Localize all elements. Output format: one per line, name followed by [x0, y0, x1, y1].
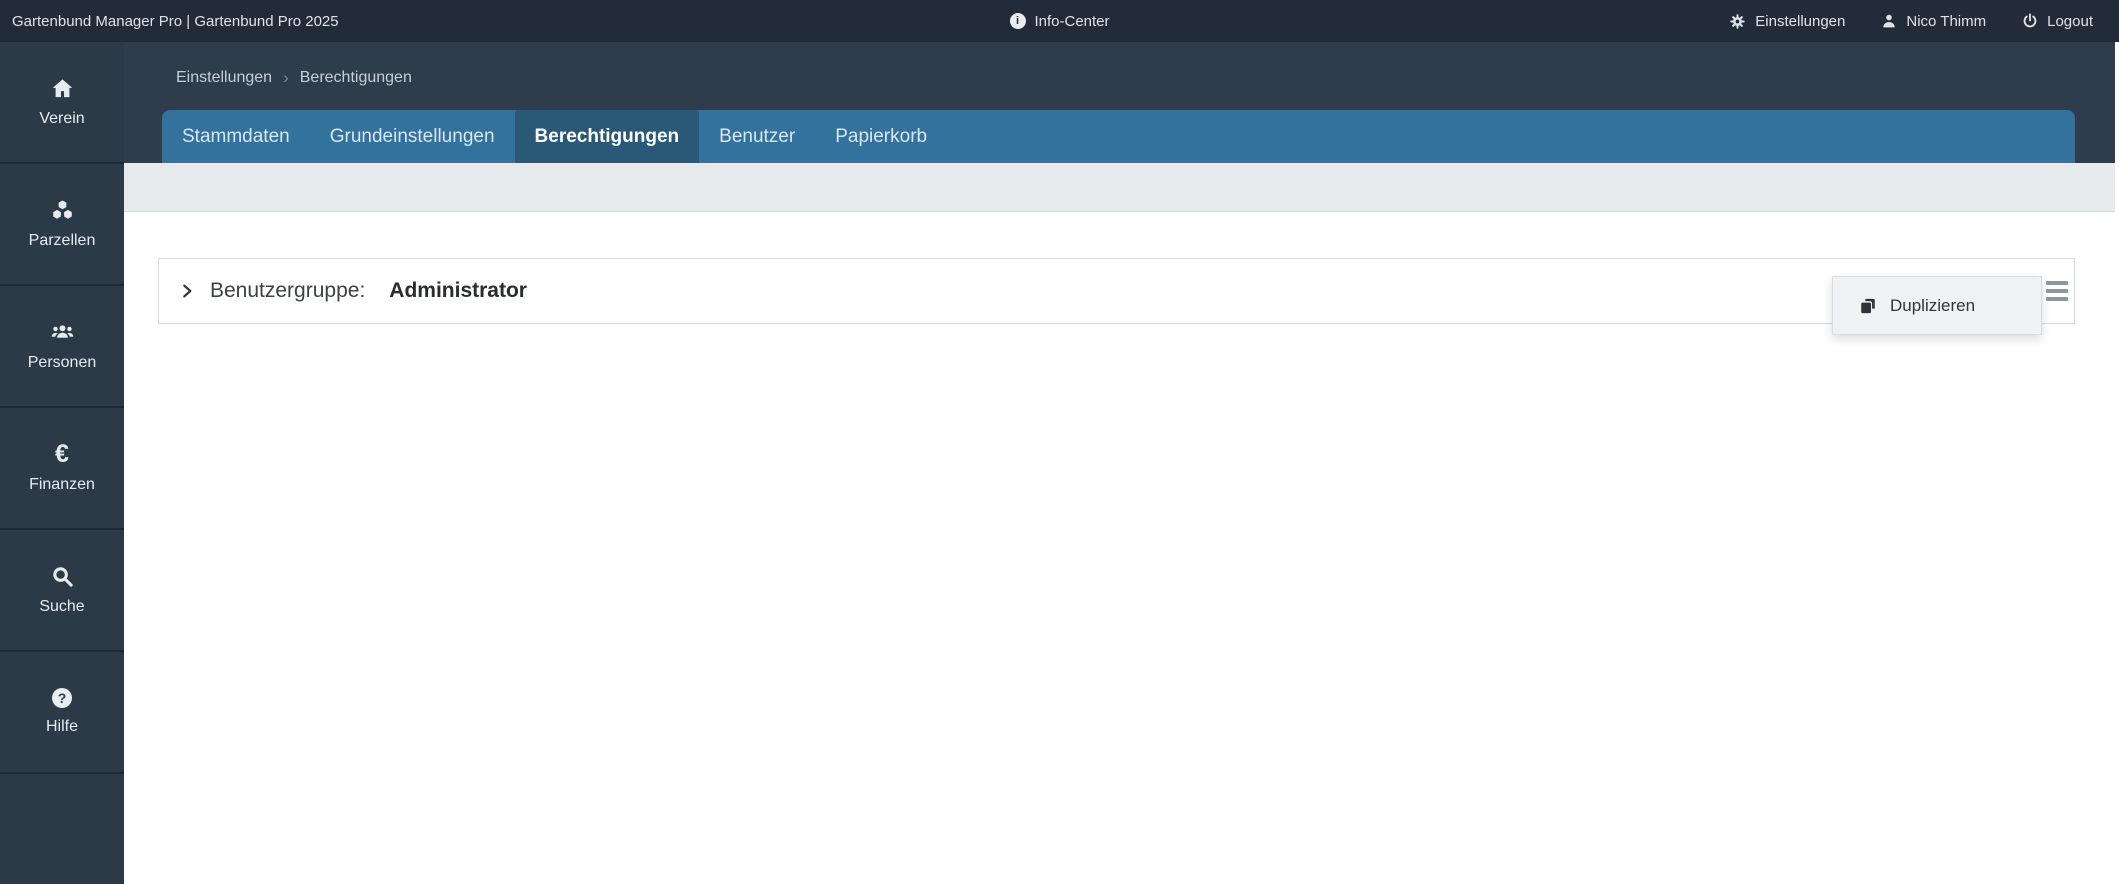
sidebar-item-label: Parzellen: [28, 231, 96, 249]
logout-link[interactable]: Logout: [2022, 13, 2093, 30]
sidebar-item-label: Suche: [39, 597, 85, 615]
gear-icon: [1729, 13, 1746, 30]
sidebar-item-hilfe[interactable]: ? Hilfe: [0, 652, 124, 774]
settings-label: Einstellungen: [1755, 12, 1846, 30]
logout-label: Logout: [2047, 12, 2093, 30]
info-center-label: Info-Center: [1034, 12, 1110, 30]
user-name: Nico Thimm: [1906, 12, 1987, 30]
settings-link[interactable]: Einstellungen: [1729, 13, 1845, 30]
tab-stammdaten[interactable]: Stammdaten: [162, 110, 310, 163]
sidebar-item-label: Finanzen: [29, 475, 95, 493]
sidebar-item-suche[interactable]: Suche: [0, 530, 124, 652]
user-menu[interactable]: Nico Thimm: [1881, 13, 1986, 30]
top-bar-right: Einstellungen Nico Thimm Logout: [1729, 0, 2093, 42]
tab-berechtigungen[interactable]: Berechtigungen: [514, 110, 700, 163]
euro-icon: €: [55, 439, 69, 468]
sidebar-item-personen[interactable]: Personen: [0, 286, 124, 408]
tab-benutzer[interactable]: Benutzer: [699, 110, 815, 163]
power-icon: [2022, 13, 2038, 29]
toolbar-band: [124, 163, 2115, 212]
sidebar-item-label: Hilfe: [45, 718, 78, 735]
breadcrumb-item-berechtigungen[interactable]: Berechtigungen: [300, 69, 412, 87]
cubes-icon: [51, 199, 74, 222]
sidebar-item-label: Verein: [39, 109, 85, 127]
menu-item-label: Duplizieren: [1890, 295, 1976, 315]
app-root: Gartenbund Manager Pro | Gartenbund Pro …: [0, 0, 2119, 884]
sidebar-item-verein[interactable]: Verein: [0, 42, 124, 164]
sidebar-item-finanzen[interactable]: € Finanzen: [0, 408, 124, 530]
user-icon: [1881, 13, 1897, 29]
copy-icon: [1859, 297, 1877, 315]
main-content: Benutzergruppe: Administrator Dupliziere…: [124, 212, 2119, 884]
panel-context-menu: Duplizieren: [1832, 276, 2042, 335]
usergroup-label: Benutzergruppe:: [210, 279, 366, 302]
app-title: Gartenbund Manager Pro | Gartenbund Pro …: [12, 12, 339, 30]
breadcrumb-item-einstellungen[interactable]: Einstellungen: [176, 69, 272, 87]
sidebar: Verein Parzellen Personen € Finanzen Suc…: [0, 42, 124, 884]
usergroup-value: Administrator: [389, 279, 527, 302]
home-icon: [51, 77, 74, 100]
top-bar: Gartenbund Manager Pro | Gartenbund Pro …: [0, 0, 2119, 42]
menu-item-duplizieren[interactable]: Duplizieren: [1833, 277, 2041, 334]
panel-menu-button[interactable]: [2046, 279, 2068, 303]
breadcrumb-separator: ›: [283, 68, 289, 87]
question-circle-icon: ?: [52, 688, 72, 708]
hamburger-icon: [2046, 281, 2068, 285]
usergroup-panel-toggle[interactable]: Benutzergruppe: Administrator: [179, 279, 527, 303]
sidebar-item-parzellen[interactable]: Parzellen: [0, 164, 124, 286]
hamburger-icon: [2046, 297, 2068, 301]
hamburger-icon: [2046, 289, 2068, 293]
info-center-link[interactable]: i Info-Center: [1009, 0, 1110, 42]
content-header: Einstellungen › Berechtigungen Stammdate…: [124, 42, 2115, 163]
tab-bar: Stammdaten Grundeinstellungen Berechtigu…: [162, 110, 2075, 163]
breadcrumb: Einstellungen › Berechtigungen: [176, 68, 412, 88]
tab-papierkorb[interactable]: Papierkorb: [815, 110, 947, 163]
search-icon: [51, 565, 74, 588]
tab-grundeinstellungen[interactable]: Grundeinstellungen: [310, 110, 515, 163]
usergroup-panel: Benutzergruppe: Administrator: [158, 258, 2075, 324]
info-circle-icon: i: [1009, 13, 1026, 29]
users-icon: [51, 321, 74, 344]
sidebar-item-label: Personen: [27, 353, 97, 371]
chevron-right-icon: [179, 281, 195, 301]
